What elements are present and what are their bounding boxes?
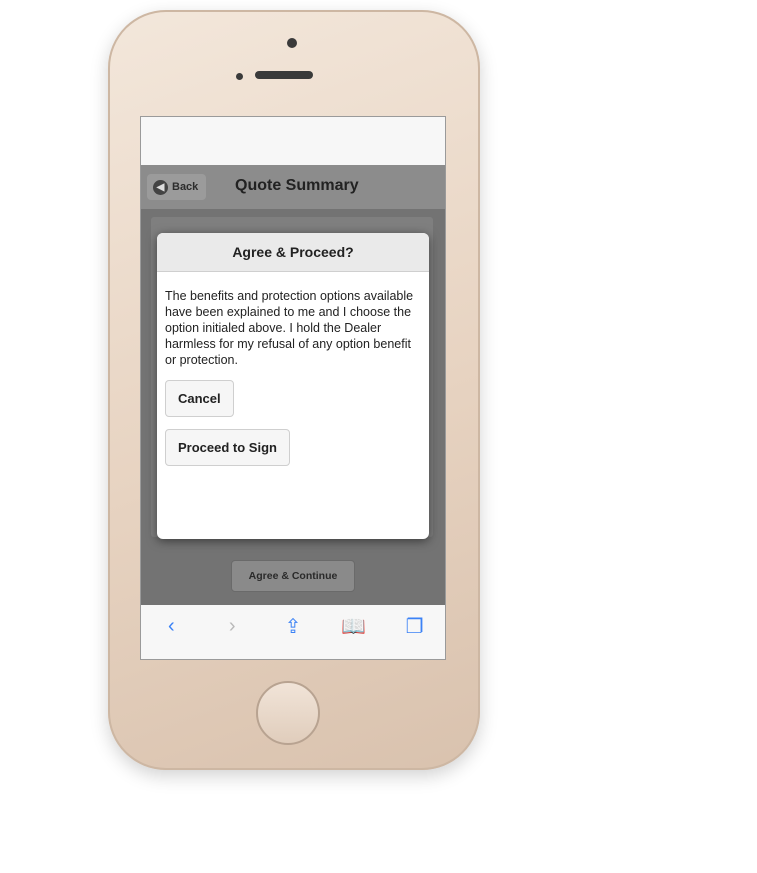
back-arrow-icon: ◀ bbox=[153, 179, 168, 195]
browser-top-area bbox=[141, 117, 445, 165]
dialog-title: Agree & Proceed? bbox=[157, 233, 429, 272]
sensor-dot bbox=[236, 73, 243, 80]
web-app: ◀ Back Quote Summary Agree & Proceed? Th… bbox=[141, 165, 445, 605]
home-button[interactable] bbox=[256, 681, 320, 745]
phone-screen: ◀ Back Quote Summary Agree & Proceed? Th… bbox=[140, 116, 446, 660]
browser-back-icon[interactable]: ‹ bbox=[156, 615, 186, 638]
bookmarks-icon[interactable]: 📖 bbox=[339, 614, 369, 639]
dialog-message: The benefits and protection options avai… bbox=[165, 289, 414, 367]
front-camera bbox=[287, 38, 297, 48]
back-button[interactable]: ◀ Back bbox=[147, 174, 207, 200]
earpiece-speaker bbox=[255, 71, 313, 79]
page-title: Quote Summary bbox=[235, 177, 359, 194]
browser-forward-icon[interactable]: › bbox=[217, 615, 247, 638]
app-header: ◀ Back Quote Summary bbox=[141, 165, 445, 209]
proceed-to-sign-button[interactable]: Proceed to Sign bbox=[165, 429, 290, 466]
browser-toolbar: ‹ › ⇪ 📖 ❐ bbox=[141, 605, 445, 647]
cancel-button[interactable]: Cancel bbox=[165, 380, 234, 417]
tabs-icon[interactable]: ❐ bbox=[400, 614, 430, 639]
confirm-dialog: Agree & Proceed? The benefits and protec… bbox=[157, 233, 429, 539]
agree-continue-button[interactable]: Agree & Continue bbox=[231, 560, 355, 592]
photo-scene: ◀ Back Quote Summary Agree & Proceed? Th… bbox=[0, 0, 757, 873]
back-label: Back bbox=[172, 181, 199, 193]
share-icon[interactable]: ⇪ bbox=[278, 614, 308, 639]
